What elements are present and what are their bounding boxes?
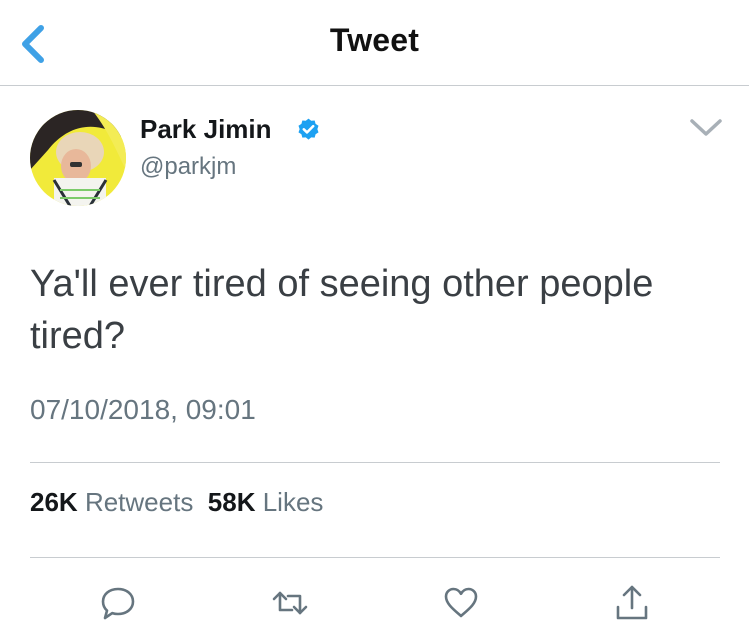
retweet-button[interactable] [270,583,310,623]
like-button[interactable] [441,583,481,623]
retweets-count: 26K [30,487,78,517]
likes-stat[interactable]: 58K Likes [208,487,324,517]
author-display-name[interactable]: Park Jimin [140,114,272,145]
divider [30,557,720,558]
tweet-stats: 26K Retweets 58K Likes [30,487,323,518]
retweet-icon [272,591,308,615]
share-icon [616,585,648,620]
navigation-bar: Tweet [0,0,749,86]
tweet-menu-button[interactable] [686,112,726,142]
tweet-timestamp: 07/10/2018, 09:01 [30,394,256,425]
avatar[interactable] [30,110,126,206]
likes-label: Likes [262,487,324,517]
retweets-stat[interactable]: 26K Retweets [30,487,193,517]
verified-badge-icon [298,118,319,140]
author-handle[interactable]: @parkjm [140,153,236,181]
chevron-down-icon [690,119,722,136]
tweet-text: Ya'll ever tired of seeing other people … [30,263,654,357]
retweets-label: Retweets [84,487,194,517]
heart-icon [444,587,478,618]
avatar-image [30,110,126,206]
speech-bubble-icon [101,587,135,620]
page-title: Tweet [329,22,420,58]
likes-count: 58K [207,487,256,517]
divider [30,462,720,463]
share-button[interactable] [612,583,652,623]
reply-button[interactable] [98,583,138,623]
